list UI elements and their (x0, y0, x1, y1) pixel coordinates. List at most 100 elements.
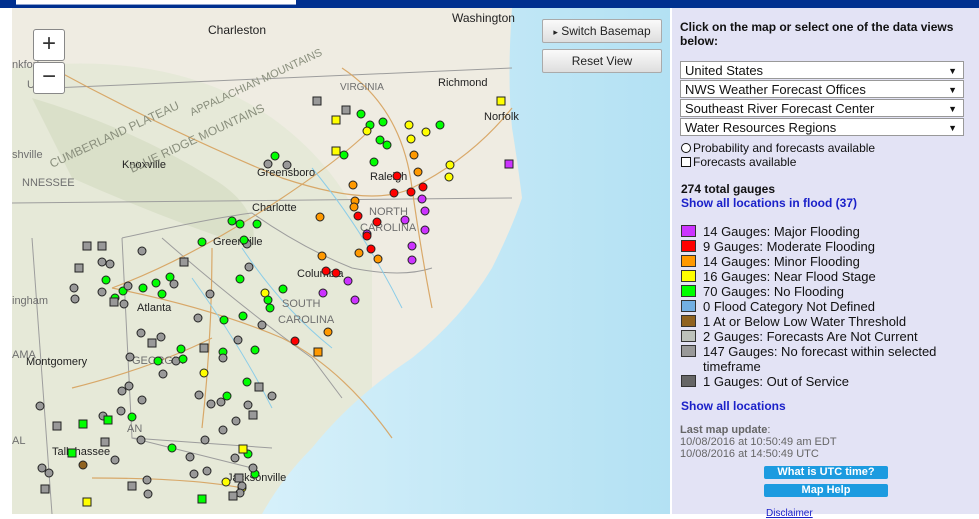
map-canvas[interactable]: Washington Charleston Richmond Norfolk Green… (12, 8, 670, 514)
gauge-marker-gray[interactable] (137, 395, 147, 405)
gauge-marker-gray[interactable] (230, 453, 240, 463)
gauge-marker-gray[interactable] (137, 246, 147, 256)
gauge-marker-purple[interactable] (318, 288, 328, 298)
gauge-marker-orange[interactable] (315, 212, 325, 222)
gauge-marker-gray[interactable] (44, 468, 54, 478)
gauge-marker-green[interactable] (103, 415, 113, 425)
gauge-marker-green[interactable] (167, 443, 177, 453)
gauge-marker-gray[interactable] (105, 259, 115, 269)
gauge-marker-purple[interactable] (350, 295, 360, 305)
gauge-marker-green[interactable] (235, 274, 245, 284)
gauge-marker-gray[interactable] (97, 257, 107, 267)
gauge-marker-orange[interactable] (349, 202, 359, 212)
utc-time-button[interactable]: What is UTC time? (764, 466, 888, 479)
gauge-marker-yellow[interactable] (331, 146, 341, 156)
gauge-marker-gray[interactable] (234, 473, 244, 483)
gauge-marker-gray[interactable] (110, 455, 120, 465)
gauge-marker-gray[interactable] (69, 283, 79, 293)
gauge-marker-green[interactable] (356, 109, 366, 119)
gauge-marker-gray[interactable] (206, 399, 216, 409)
gauge-marker-green[interactable] (101, 275, 111, 285)
gauge-marker-gray[interactable] (233, 335, 243, 345)
gauge-marker-gray[interactable] (248, 463, 258, 473)
gauge-marker-green[interactable] (250, 345, 260, 355)
gauge-marker-yellow[interactable] (445, 160, 455, 170)
gauge-marker-gray[interactable] (218, 425, 228, 435)
gauge-marker-gray[interactable] (185, 452, 195, 462)
gauge-marker-gray[interactable] (199, 343, 209, 353)
gauge-marker-gray[interactable] (35, 401, 45, 411)
gauge-marker-green[interactable] (270, 151, 280, 161)
gauge-marker-red[interactable] (290, 336, 300, 346)
gauge-marker-purple[interactable] (417, 194, 427, 204)
gauge-marker-purple[interactable] (343, 276, 353, 286)
select-region[interactable]: United States ▼ (680, 61, 964, 79)
gauge-marker-red[interactable] (406, 187, 416, 197)
gauge-marker-gray[interactable] (136, 328, 146, 338)
gauge-marker-gray[interactable] (218, 353, 228, 363)
gauge-marker-green[interactable] (138, 283, 148, 293)
gauge-marker-gray[interactable] (257, 320, 267, 330)
gauge-marker-yellow[interactable] (82, 497, 92, 507)
gauge-marker-gray[interactable] (52, 421, 62, 431)
gauge-marker-gray[interactable] (193, 313, 203, 323)
gauge-marker-green[interactable] (239, 235, 249, 245)
gauge-marker-gray[interactable] (109, 297, 119, 307)
gauge-marker-gray[interactable] (341, 105, 351, 115)
gauge-marker-yellow[interactable] (238, 444, 248, 454)
gauge-marker-gray[interactable] (124, 381, 134, 391)
gauge-marker-red[interactable] (353, 211, 363, 221)
gauge-marker-gray[interactable] (74, 263, 84, 273)
gauge-marker-orange[interactable] (313, 347, 323, 357)
gauge-marker-yellow[interactable] (444, 172, 454, 182)
gauge-marker-yellow[interactable] (331, 115, 341, 125)
gauge-marker-gray[interactable] (119, 299, 129, 309)
gauge-marker-orange[interactable] (373, 254, 383, 264)
show-all-locations-link[interactable]: Show all locations (681, 399, 786, 413)
gauge-marker-red[interactable] (366, 244, 376, 254)
zoom-in-button[interactable]: + (33, 29, 65, 61)
gauge-marker-red[interactable] (372, 217, 382, 227)
gauge-marker-green[interactable] (263, 295, 273, 305)
gauge-marker-gray[interactable] (116, 406, 126, 416)
gauge-marker-green[interactable] (78, 419, 88, 429)
gauge-marker-green[interactable] (176, 344, 186, 354)
zoom-out-button[interactable]: − (33, 62, 65, 94)
gauge-marker-gray[interactable] (97, 241, 107, 251)
gauge-marker-gray[interactable] (248, 410, 258, 420)
gauge-marker-green[interactable] (151, 278, 161, 288)
gauge-marker-purple[interactable] (420, 225, 430, 235)
gauge-marker-purple[interactable] (504, 159, 514, 169)
gauge-marker-yellow[interactable] (199, 368, 209, 378)
gauge-marker-green[interactable] (375, 135, 385, 145)
gauge-marker-green[interactable] (178, 354, 188, 364)
gauge-marker-purple[interactable] (407, 255, 417, 265)
gauge-marker-green[interactable] (252, 219, 262, 229)
gauge-marker-red[interactable] (331, 268, 341, 278)
gauge-marker-gray[interactable] (228, 491, 238, 501)
gauge-marker-gray[interactable] (205, 289, 215, 299)
gauge-marker-gray[interactable] (267, 391, 277, 401)
gauge-marker-gray[interactable] (200, 435, 210, 445)
map-help-button[interactable]: Map Help (764, 484, 888, 497)
select-forecast-offices[interactable]: NWS Weather Forecast Offices ▼ (680, 80, 964, 98)
gauge-marker-yellow[interactable] (496, 96, 506, 106)
show-flood-locations-link[interactable]: Show all locations in flood (37) (681, 196, 857, 210)
gauge-marker-yellow[interactable] (404, 120, 414, 130)
gauge-marker-red[interactable] (321, 266, 331, 276)
switch-basemap-button[interactable]: ▸ Switch Basemap (542, 19, 662, 43)
gauge-marker-gray[interactable] (37, 463, 47, 473)
reset-view-button[interactable]: Reset View (542, 49, 662, 73)
gauge-marker-gray[interactable] (282, 160, 292, 170)
gauge-marker-green[interactable] (339, 150, 349, 160)
gauge-marker-gray[interactable] (143, 489, 153, 499)
gauge-marker-gray[interactable] (147, 338, 157, 348)
gauge-marker-yellow[interactable] (362, 126, 372, 136)
gauge-marker-orange[interactable] (317, 251, 327, 261)
gauge-marker-gray[interactable] (117, 386, 127, 396)
gauge-marker-gray[interactable] (202, 466, 212, 476)
gauge-marker-red[interactable] (418, 182, 428, 192)
gauge-marker-gray[interactable] (244, 262, 254, 272)
gauge-marker-gray[interactable] (136, 435, 146, 445)
gauge-marker-gray[interactable] (125, 352, 135, 362)
